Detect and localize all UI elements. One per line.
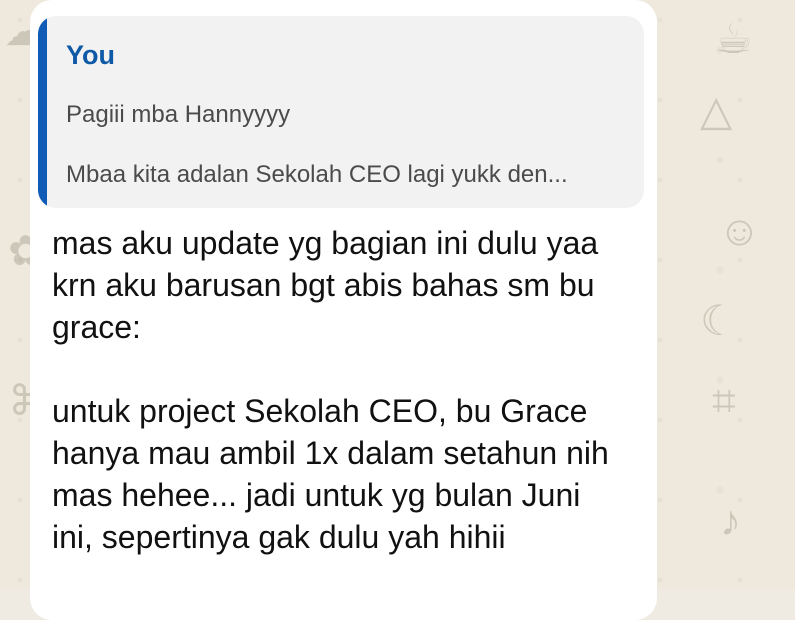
wallpaper-doodle-icon: △: [700, 87, 733, 134]
quote-accent-bar: [38, 16, 47, 208]
message-line: krn aku barusan bgt abis bahas sm bu: [52, 267, 595, 303]
wallpaper-doodle-icon: ☕: [715, 15, 753, 62]
wallpaper-doodle-icon: ☺: [718, 207, 761, 254]
quoted-author: You: [66, 40, 115, 70]
message-text: mas aku update yg bagian ini dulu yaa kr…: [52, 222, 642, 558]
message-line: ini, sepertinya gak dulu yah hihii: [52, 519, 506, 555]
quoted-line-1: Pagiii mba Hannyyyy: [66, 101, 291, 128]
message-line: untuk project Sekolah CEO, bu Grace: [52, 393, 588, 429]
quoted-line-2: Mbaa kita adalan Sekolah CEO lagi yukk d…: [66, 161, 568, 188]
message-line: hanya mau ambil 1x dalam setahun nih: [52, 435, 609, 471]
message-line: grace:: [52, 309, 141, 345]
message-line: mas hehee... jadi untuk yg bulan Juni: [52, 477, 581, 513]
wallpaper-doodle-icon: ⌗: [712, 377, 736, 424]
message-line-spacer: [52, 348, 642, 390]
wallpaper-doodle-icon: ☾: [700, 297, 738, 344]
wallpaper-doodle-icon: ♪: [720, 497, 741, 544]
quoted-message[interactable]: You Pagiii mba Hannyyyy Mbaa kita adalan…: [38, 16, 644, 208]
message-line: mas aku update yg bagian ini dulu yaa: [52, 225, 599, 261]
